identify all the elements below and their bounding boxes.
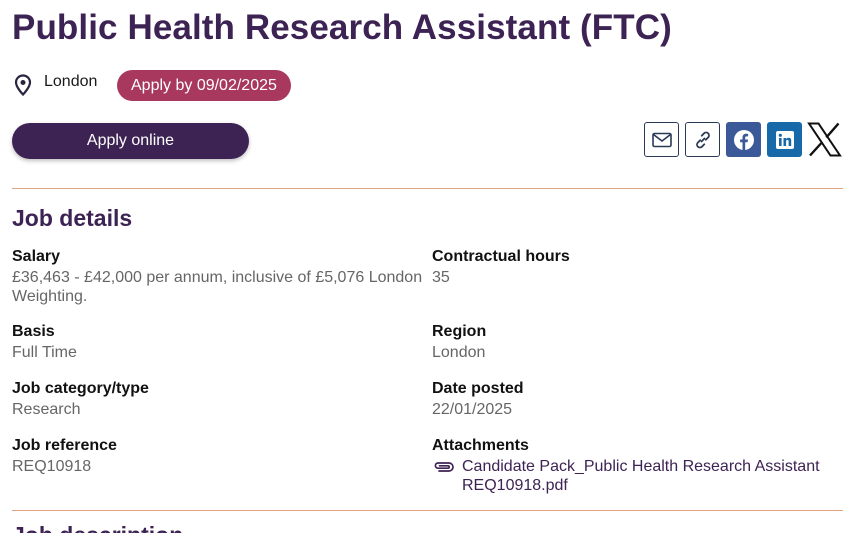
date-posted-label: Date posted [432, 380, 524, 397]
x-icon [807, 122, 842, 157]
attachments-field: Attachments Candidate Pack_Public Health… [432, 436, 847, 495]
region-label: Region [432, 323, 487, 340]
copy-link-button[interactable] [685, 122, 720, 157]
attachments-label: Attachments [432, 437, 529, 454]
share-email-button[interactable] [644, 122, 679, 157]
deadline-badge: Apply by 09/02/2025 [117, 70, 291, 101]
attachment-link[interactable]: Candidate Pack_Public Health Research As… [462, 457, 832, 495]
facebook-icon [733, 129, 754, 150]
basis-field: Basis Full Time [12, 322, 427, 362]
hours-value: 35 [432, 269, 450, 286]
hours-label: Contractual hours [432, 248, 570, 265]
envelope-icon [651, 132, 672, 147]
share-linkedin-button[interactable] [767, 122, 802, 157]
divider [12, 510, 843, 511]
basis-label: Basis [12, 323, 55, 340]
apply-online-button[interactable]: Apply online [12, 123, 249, 159]
job-description-heading: Job description [12, 522, 183, 533]
linkedin-icon [775, 130, 794, 149]
category-label: Job category/type [12, 380, 149, 397]
reference-value: REQ10918 [12, 458, 92, 475]
category-field: Job category/type Research [12, 379, 427, 419]
region-value: London [432, 344, 486, 361]
reference-label: Job reference [12, 437, 117, 454]
date-posted-value: 22/01/2025 [432, 401, 513, 418]
paperclip-icon [434, 462, 454, 472]
map-pin-icon [14, 74, 32, 96]
divider [12, 188, 843, 189]
link-icon [695, 131, 710, 148]
salary-field: Salary £36,463 - £42,000 per annum, incl… [12, 247, 427, 306]
region-field: Region London [432, 322, 847, 362]
salary-value: £36,463 - £42,000 per annum, inclusive o… [12, 269, 423, 305]
job-details-heading: Job details [12, 205, 133, 231]
basis-value: Full Time [12, 344, 77, 361]
date-posted-field: Date posted 22/01/2025 [432, 379, 847, 419]
share-facebook-button[interactable] [726, 122, 761, 157]
share-x-button[interactable] [807, 122, 842, 157]
reference-field: Job reference REQ10918 [12, 436, 427, 476]
location-text: London [44, 73, 98, 90]
category-value: Research [12, 401, 81, 418]
salary-label: Salary [12, 248, 61, 265]
job-title: Public Health Research Assistant (FTC) [12, 8, 672, 47]
location: London [14, 73, 97, 96]
hours-field: Contractual hours 35 [432, 247, 847, 287]
